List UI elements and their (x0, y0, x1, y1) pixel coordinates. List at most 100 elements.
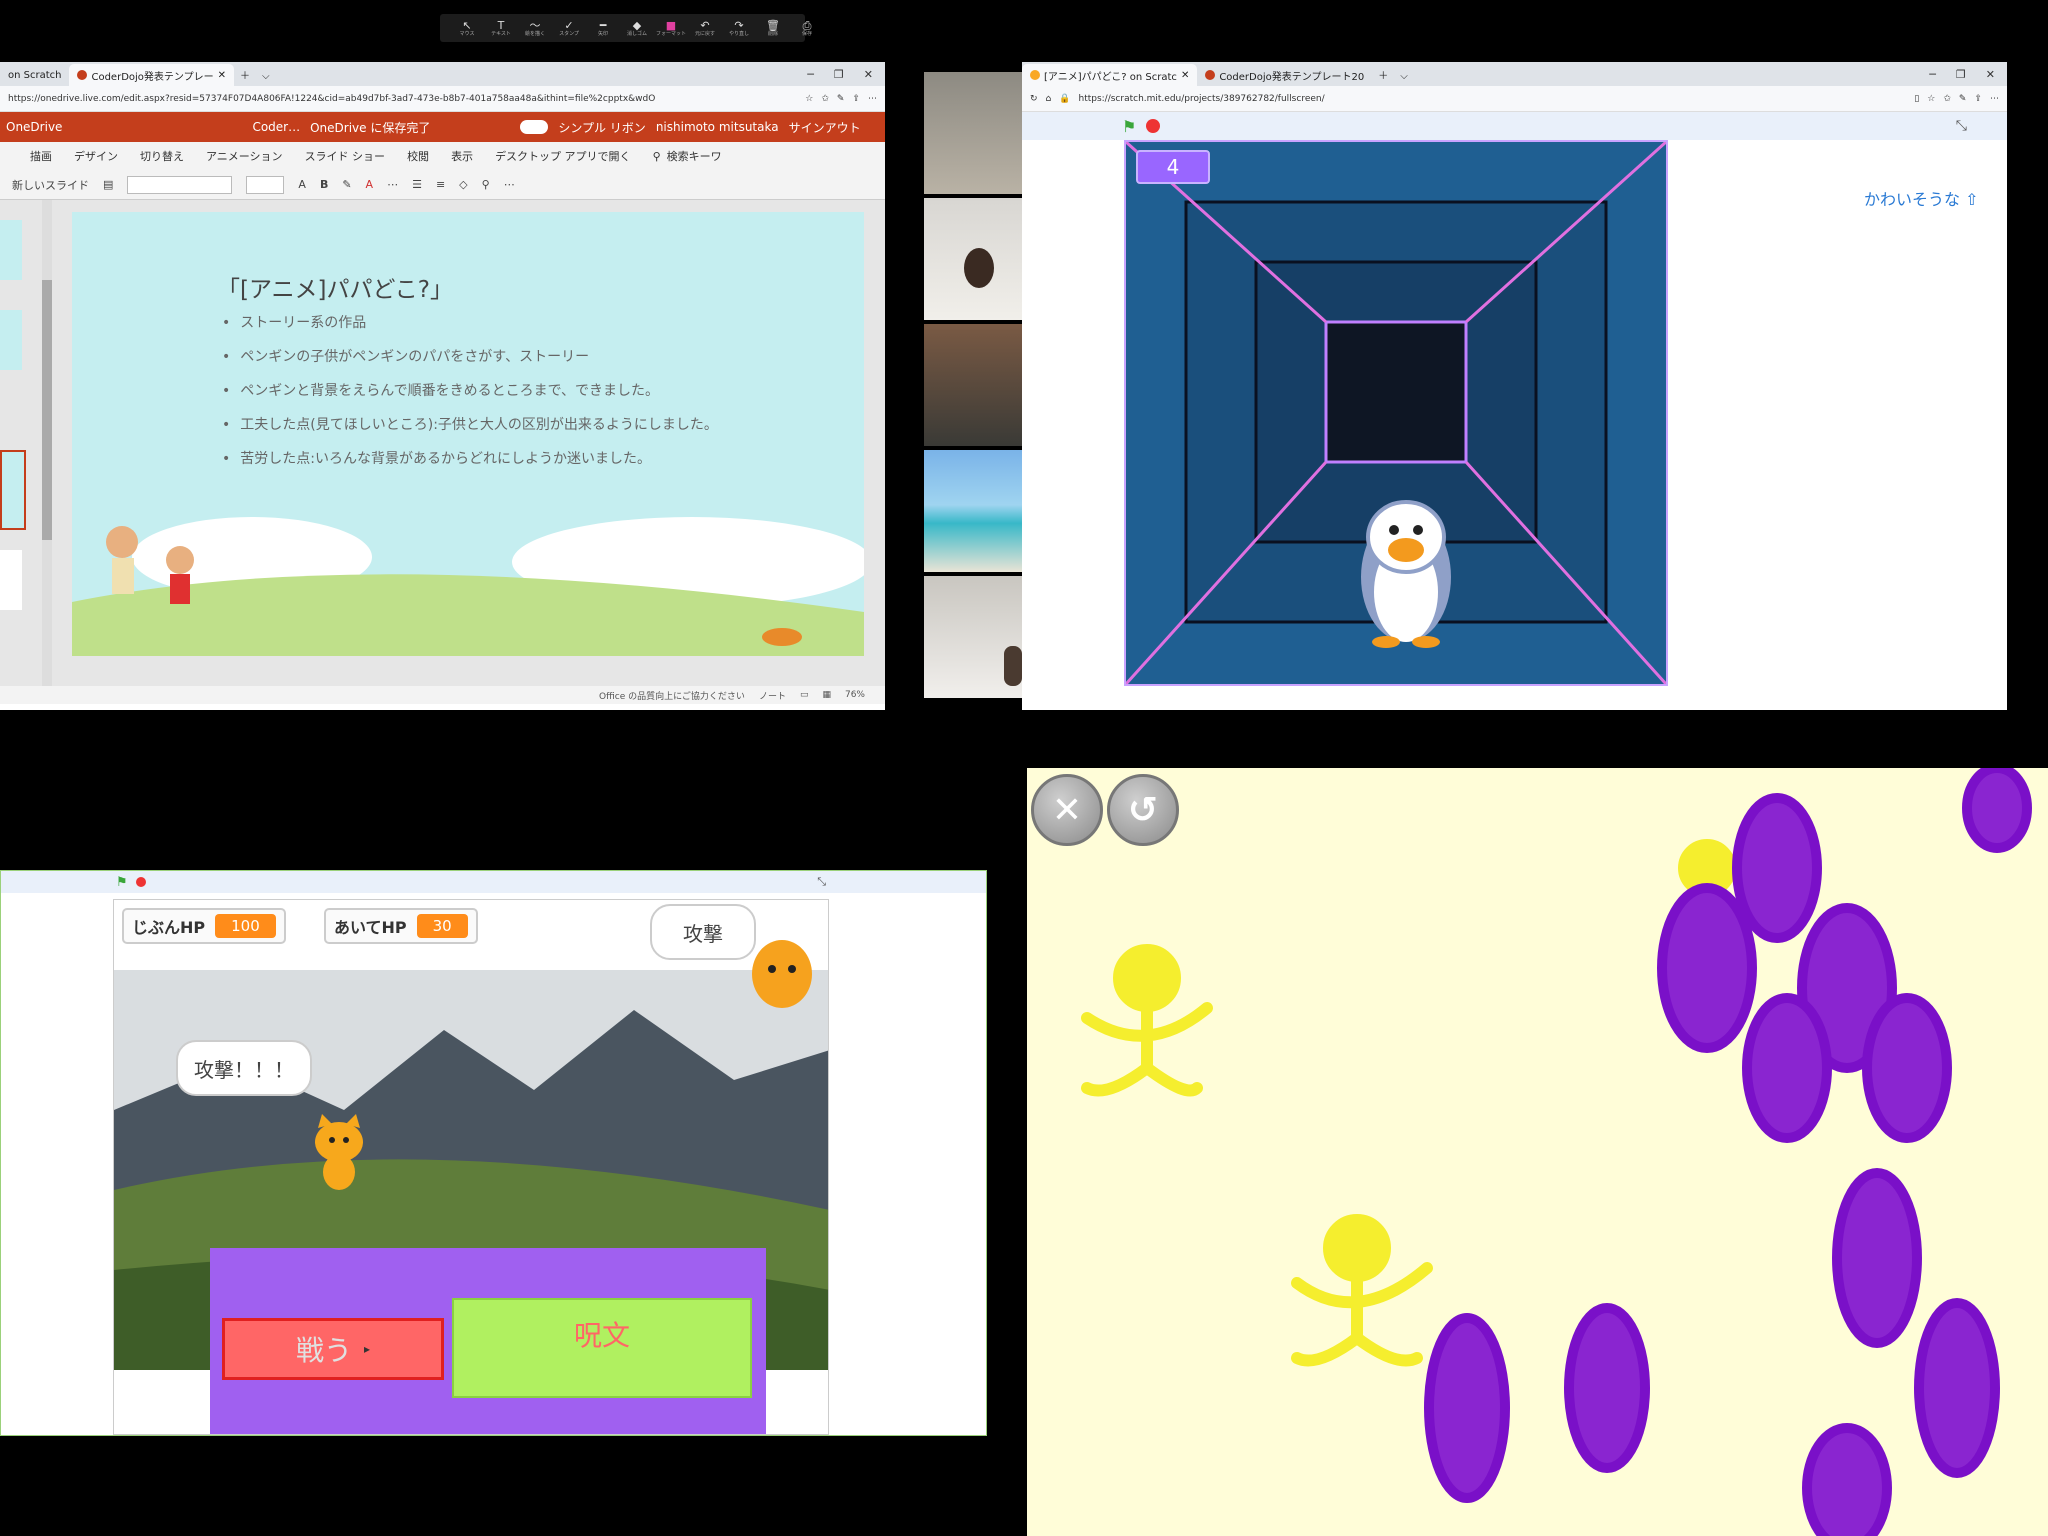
annotation-tool[interactable]: ━ 矢印 (586, 15, 620, 41)
font-select[interactable] (127, 175, 233, 194)
tab-coderdojo[interactable]: CoderDojo発表テンプレー ✕ (69, 64, 235, 86)
close-window-icon[interactable]: ✕ (864, 68, 873, 81)
close-tab-icon[interactable]: ✕ (218, 70, 226, 81)
drawing-canvas[interactable]: ✕ ↺ (1027, 768, 2048, 1536)
annotation-tool[interactable]: ✓ スタンプ (552, 15, 586, 41)
annotation-tool[interactable]: ↖ マウス (450, 15, 484, 41)
exit-fullscreen-icon[interactable]: ⤡ (1956, 118, 1967, 134)
notes-button[interactable]: ノート (759, 689, 786, 702)
star-icon[interactable]: ☆ (1927, 94, 1935, 104)
tab-list-icon[interactable]: ⌵ (1394, 71, 1414, 86)
close-tab-icon[interactable]: ✕ (1181, 70, 1189, 81)
battle-stage[interactable]: じぶんHP 100 あいてHP 30 攻撃 攻撃！！！ 戦う ▸ 呪文 (113, 899, 829, 1435)
enemy-monster-sprite[interactable] (742, 924, 822, 1014)
feedback-link[interactable]: Office の品質向上にご協力ください (599, 689, 745, 702)
menu-item[interactable]: スライド ショー (305, 148, 386, 164)
annotation-tool[interactable]: ～絵を描く (518, 15, 552, 41)
scratch-cat-sprite[interactable] (304, 1114, 374, 1194)
sorter-view-icon[interactable]: ▦ (822, 690, 831, 700)
home-icon[interactable]: ⌂ (1046, 94, 1052, 104)
shapes-icon[interactable]: ◇ (459, 178, 467, 191)
layout-icon[interactable]: ▤ (103, 178, 113, 191)
highlight-icon[interactable]: ✎ (342, 178, 351, 191)
new-tab-icon[interactable]: ＋ (234, 67, 256, 86)
share-icon[interactable]: ⇪ (852, 94, 860, 104)
annotation-tool[interactable]: ⎙ 保存 (790, 15, 824, 41)
app-name[interactable]: OneDrive (6, 120, 62, 134)
menu-item[interactable]: 切り替え (140, 148, 184, 164)
video-thumbnail[interactable] (924, 450, 1022, 572)
url-field[interactable]: https://scratch.mit.edu/projects/3897627… (1078, 94, 1906, 104)
font-color-icon[interactable]: A (366, 178, 374, 191)
stop-icon[interactable] (135, 877, 146, 887)
favorites-icon[interactable]: ✩ (821, 94, 829, 104)
share-icon[interactable]: ⇪ (1974, 94, 1982, 104)
font-grow-icon[interactable]: A (298, 178, 306, 191)
annotation-tool[interactable]: ◆ 消しゴム (620, 15, 654, 41)
signout-link[interactable]: サインアウト (789, 119, 861, 136)
annotation-tool[interactable]: T テキスト (484, 15, 518, 41)
menu-item[interactable]: アニメーション (206, 148, 283, 164)
pen-icon[interactable]: ✎ (1959, 94, 1967, 104)
tab-coderdojo[interactable]: CoderDojo発表テンプレート20 (1197, 64, 1372, 86)
annotation-tool[interactable]: ■ フォーマット (654, 15, 688, 41)
new-tab-icon[interactable]: ＋ (1372, 67, 1394, 86)
video-thumbnail[interactable] (924, 72, 1022, 194)
simple-ribbon-toggle-icon[interactable] (520, 120, 549, 135)
more-icon[interactable]: ⋯ (387, 178, 398, 191)
fight-button[interactable]: 戦う ▸ (222, 1318, 444, 1380)
spell-button[interactable]: 呪文 (452, 1298, 752, 1398)
side-link[interactable]: かわいそうな ⇧ (1864, 186, 1979, 210)
url-field[interactable]: https://onedrive.live.com/edit.aspx?resi… (8, 94, 797, 104)
align-icon[interactable]: ≡ (436, 178, 445, 191)
more-icon[interactable]: ⋯ (1990, 94, 1999, 104)
restore-icon[interactable]: ❐ (834, 68, 844, 81)
close-window-icon[interactable]: ✕ (1986, 68, 1995, 81)
green-flag-icon[interactable]: ⚑ (1122, 117, 1136, 136)
video-thumbnail[interactable] (924, 324, 1022, 446)
menu-item[interactable]: 表示 (451, 148, 473, 164)
size-select[interactable] (246, 175, 285, 194)
restore-icon[interactable]: ❐ (1956, 68, 1966, 81)
video-thumbnail[interactable] (924, 198, 1022, 320)
annotation-tool[interactable]: 🗑 削除 (756, 15, 790, 41)
slide-thumbnail[interactable] (0, 550, 22, 610)
menu-item[interactable]: 校閲 (407, 148, 429, 164)
slide-thumbnail[interactable] (0, 220, 22, 280)
more-icon[interactable]: ⋯ (504, 178, 515, 191)
stop-icon[interactable] (1146, 119, 1161, 133)
video-thumbnail[interactable] (924, 576, 1022, 698)
exit-fullscreen-icon[interactable]: ⤡ (817, 875, 826, 889)
refresh-icon[interactable]: ↻ (1030, 94, 1038, 104)
tab-list-icon[interactable]: ⌵ (256, 71, 276, 86)
favorites-icon[interactable]: ✩ (1943, 94, 1951, 104)
bullets-icon[interactable]: ☰ (412, 178, 422, 191)
menu-item[interactable]: 検索キーワ (667, 148, 722, 164)
menu-item[interactable]: 描画 (30, 148, 52, 164)
bold-icon[interactable]: B (320, 178, 328, 191)
new-slide-button[interactable]: 新しいスライド (12, 177, 89, 193)
menu-item[interactable]: デザイン (74, 148, 118, 164)
annotation-tool[interactable]: ↶ 元に戻す (688, 15, 722, 41)
green-flag-icon[interactable]: ⚑ (116, 875, 128, 890)
normal-view-icon[interactable]: ▭ (800, 690, 809, 700)
more-icon[interactable]: ⋯ (868, 94, 877, 104)
annotation-tool[interactable]: ↷ やり直し (722, 15, 756, 41)
penguin-sprite[interactable] (1346, 482, 1466, 652)
zoom-level[interactable]: 76% (845, 690, 865, 700)
minimize-icon[interactable]: ─ (807, 68, 814, 81)
reader-icon[interactable]: ▯ (1914, 94, 1919, 104)
thumbnail-scrollbar[interactable] (42, 200, 52, 686)
pen-icon[interactable]: ✎ (837, 94, 845, 104)
slide-thumbnail-selected[interactable] (0, 450, 26, 530)
doc-title[interactable]: Coder… (252, 120, 300, 134)
slide-thumbnail[interactable] (0, 310, 22, 370)
minimize-icon[interactable]: ─ (1929, 68, 1936, 81)
slide-canvas[interactable]: 「[アニメ]パパどこ?」 ストーリー系の作品 ペンギンの子供がペンギンのパパをさ… (72, 212, 864, 656)
tab-scratch[interactable]: on Scratch (0, 64, 69, 86)
star-icon[interactable]: ☆ (805, 94, 813, 104)
menu-item[interactable]: デスクトップ アプリで開く (495, 148, 631, 164)
tab-scratch-project[interactable]: [アニメ]パパどこ? on Scratc ✕ (1022, 64, 1198, 86)
find-icon[interactable]: ⚲ (482, 178, 490, 191)
scratch-stage[interactable]: 4 (1124, 140, 1668, 686)
